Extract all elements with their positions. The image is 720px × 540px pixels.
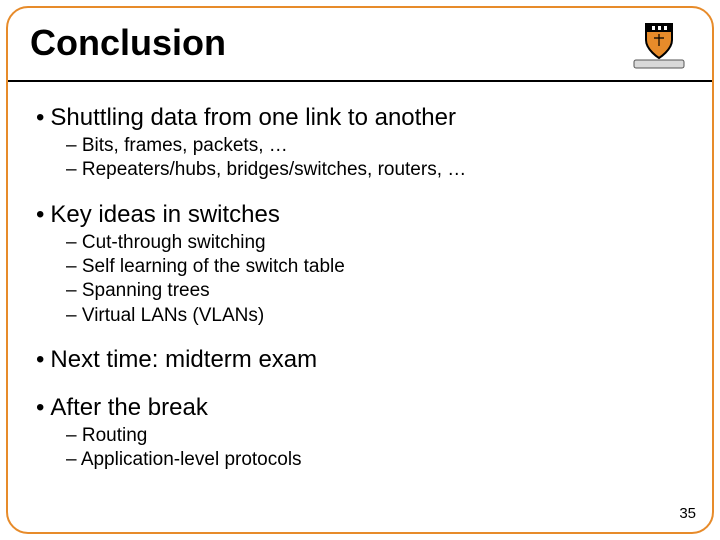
bullet-level1: •Key ideas in switches (36, 201, 684, 229)
bullet-text: Routing (82, 425, 148, 446)
bullet-text: Virtual LANs (VLANs) (82, 305, 264, 326)
bullet-level1: •Next time: midterm exam (36, 346, 684, 374)
bullet-text: Bits, frames, packets, … (82, 135, 288, 156)
bullet-level2: – Repeaters/hubs, bridges/switches, rout… (66, 158, 684, 182)
slide-body: •Shuttling data from one link to another… (36, 98, 684, 473)
bullet-text: Self learning of the switch table (82, 256, 345, 277)
bullet-level2: – Application-level protocols (66, 448, 684, 472)
bullet-level2: – Routing (66, 424, 684, 448)
bullet-level2: – Cut-through switching (66, 231, 684, 255)
slide-frame: Conclusion •Shuttling data from one link… (6, 6, 714, 534)
bullet-level1: •After the break (36, 394, 684, 422)
bullet-text: Spanning trees (82, 280, 210, 301)
bullet-text: Next time: midterm exam (50, 346, 317, 373)
bullet-level2: – Virtual LANs (VLANs) (66, 304, 684, 328)
bullet-text: After the break (50, 394, 207, 421)
bullet-text: Key ideas in switches (50, 201, 279, 228)
bullet-level2: – Spanning trees (66, 279, 684, 303)
bullet-level2: – Self learning of the switch table (66, 255, 684, 279)
princeton-shield-logo (628, 20, 690, 74)
page-number: 35 (679, 505, 696, 522)
bullet-text: Shuttling data from one link to another (50, 104, 456, 131)
bullet-level1: •Shuttling data from one link to another (36, 104, 684, 132)
bullet-text: Cut-through switching (82, 232, 266, 253)
slide-title: Conclusion (30, 22, 226, 64)
bullet-level2: – Bits, frames, packets, … (66, 134, 684, 158)
title-underline (8, 80, 712, 82)
bullet-text: Application-level protocols (81, 449, 302, 470)
bullet-text: Repeaters/hubs, bridges/switches, router… (82, 159, 466, 180)
